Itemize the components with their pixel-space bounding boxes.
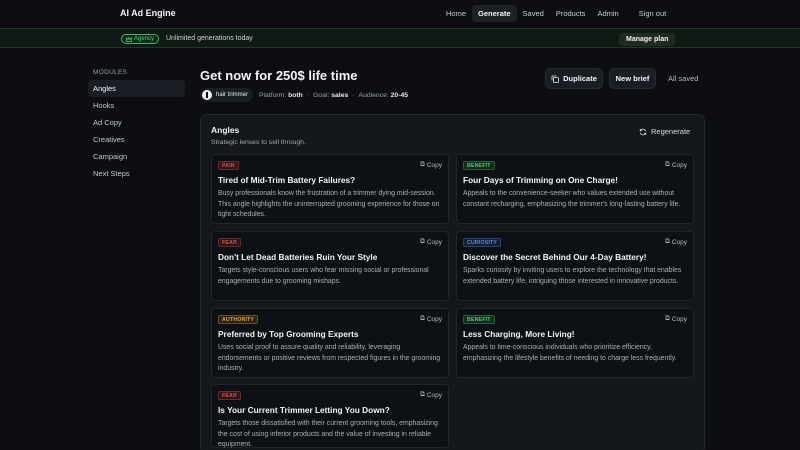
regenerate-label: Regenerate [651, 127, 691, 136]
copy-label: Copy [671, 238, 687, 246]
copy-label: Copy [426, 315, 442, 323]
copy-label: Copy [671, 315, 687, 323]
copy-label: Copy [671, 161, 687, 169]
angle-title: Preferred by Top Grooming Experts [218, 329, 359, 339]
copy-icon: ⧉ [665, 238, 670, 245]
refresh-icon [639, 128, 647, 135]
angle-title: Four Days of Trimming on One Charge! [463, 175, 618, 185]
angle-card[interactable]: BENEFIT ⧉ Copy Less Charging, More Living… [456, 308, 694, 378]
brand-logo[interactable]: AI Ad Engine [120, 8, 176, 18]
angle-card[interactable]: FEAR ⧉ Copy Don't Let Dead Batteries Ruin… [211, 231, 449, 301]
angle-description: Targets style-conscious users who fear m… [218, 267, 429, 285]
copy-icon: ⧉ [420, 315, 425, 322]
copy-button[interactable]: ⧉ Copy [665, 161, 687, 169]
copy-button[interactable]: ⧉ Copy [420, 161, 442, 169]
nav-sign-out[interactable]: Sign out [633, 5, 673, 22]
top-navbar: AI Ad Engine Home Generate Saved Product… [0, 0, 800, 28]
audience-value: 20-45 [390, 91, 409, 99]
product-name: hair trimmer [216, 92, 249, 98]
angle-description: Uses social proof to assure quality and … [218, 344, 441, 372]
angle-card[interactable]: FEAR ⧉ Copy Is Your Current Trimmer Letti… [211, 384, 449, 448]
nav-saved[interactable]: Saved [517, 5, 550, 22]
copy-button[interactable]: ⧉ Copy [665, 315, 687, 323]
angle-description: Appeals to the convenience-seeker who va… [463, 190, 681, 208]
angle-tag: FEAR [218, 391, 241, 400]
sidebar-item-next-steps[interactable]: Next Steps [88, 165, 185, 182]
copy-icon: ⧉ [420, 391, 425, 398]
meta-separator: · [352, 91, 355, 99]
brief-meta: hair trimmer Platform: both · Goal: sale… [200, 88, 408, 102]
goal-value: sales [331, 91, 349, 99]
angle-description: Busy professionals know the frustration … [218, 190, 440, 218]
copy-button[interactable]: ⧉ Copy [665, 238, 687, 246]
angle-tag: BENEFIT [463, 315, 495, 324]
copy-icon: ⧉ [665, 161, 670, 168]
save-status: All saved [668, 74, 699, 83]
panel-subtitle: Strategic lenses to sell through. [211, 139, 306, 146]
copy-icon: ⧉ [665, 315, 670, 322]
nav-products[interactable]: Products [550, 5, 592, 22]
crown-icon [126, 36, 132, 42]
copy-button[interactable]: ⧉ Copy [420, 315, 442, 323]
angle-title: Less Charging, More Living! [463, 329, 575, 339]
angle-card[interactable]: BENEFIT ⧉ Copy Four Days of Trimming on O… [456, 154, 694, 224]
copy-icon: ⧉ [420, 161, 425, 168]
copy-label: Copy [426, 391, 442, 399]
page-title: Get now for 250$ life time [200, 68, 358, 83]
audience-label: Audience: [358, 91, 389, 99]
duplicate-button[interactable]: Duplicate [545, 68, 603, 89]
copy-label: Copy [426, 161, 442, 169]
platform-label: Platform: [259, 91, 287, 99]
agency-badge-label: Agency [134, 36, 155, 42]
plan-banner: Agency Unlimited generations today Manag… [0, 28, 800, 48]
nav-generate[interactable]: Generate [472, 4, 517, 22]
modules-heading: MODULES [93, 69, 128, 76]
product-icon [202, 90, 212, 100]
angle-title: Don't Let Dead Batteries Ruin Your Style [218, 252, 378, 262]
angle-card[interactable]: CURIOSITY ⧉ Copy Discover the Secret Behi… [456, 231, 694, 301]
angle-tag: PAIN [218, 161, 239, 170]
sidebar-item-angles[interactable]: Angles [88, 80, 185, 97]
manage-plan-button[interactable]: Manage plan [619, 33, 676, 46]
agency-badge: Agency [121, 34, 160, 44]
copy-label: Copy [426, 238, 442, 246]
angle-card[interactable]: AUTHORITY ⧉ Copy Preferred by Top Groomin… [211, 308, 449, 378]
angle-description: Sparks curiosity by inviting users to ex… [463, 267, 682, 285]
nav-home[interactable]: Home [440, 5, 472, 22]
sidebar-item-creatives[interactable]: Creatives [88, 131, 185, 148]
nav-admin[interactable]: Admin [591, 5, 624, 22]
angle-description: Targets those dissatisfied with their cu… [218, 420, 438, 448]
new-brief-button[interactable]: New brief [609, 68, 656, 89]
generations-status: Unlimited generations today [166, 35, 253, 42]
platform-value: both [288, 91, 303, 99]
sidebar-item-hooks[interactable]: Hooks [88, 97, 185, 114]
copy-button[interactable]: ⧉ Copy [420, 238, 442, 246]
duplicate-label: Duplicate [563, 74, 597, 83]
angle-tag: BENEFIT [463, 161, 495, 170]
angle-card[interactable]: PAIN ⧉ Copy Tired of Mid-Trim Battery Fai… [211, 154, 449, 224]
angle-description: Appeals to time-conscious individuals wh… [463, 344, 677, 362]
angle-tag: CURIOSITY [463, 238, 502, 247]
product-chip[interactable]: hair trimmer [200, 88, 254, 102]
goal-label: Goal: [313, 91, 330, 99]
regenerate-button[interactable]: Regenerate [639, 127, 690, 136]
panel-title: Angles [211, 125, 240, 135]
sidebar-item-campaign[interactable]: Campaign [88, 148, 185, 165]
sidebar-item-ad-copy[interactable]: Ad Copy [88, 114, 185, 131]
angle-title: Tired of Mid-Trim Battery Failures? [218, 175, 356, 185]
angle-title: Discover the Secret Behind Our 4-Day Bat… [463, 252, 647, 262]
meta-separator: · [306, 91, 310, 99]
copy-button[interactable]: ⧉ Copy [420, 391, 442, 399]
main-nav: Home Generate Saved Products Admin Sign … [440, 4, 672, 22]
angle-tag: FEAR [218, 238, 241, 247]
angle-title: Is Your Current Trimmer Letting You Down… [218, 405, 390, 415]
duplicate-icon [551, 75, 560, 83]
copy-icon: ⧉ [420, 238, 425, 245]
angle-tag: AUTHORITY [218, 315, 259, 324]
